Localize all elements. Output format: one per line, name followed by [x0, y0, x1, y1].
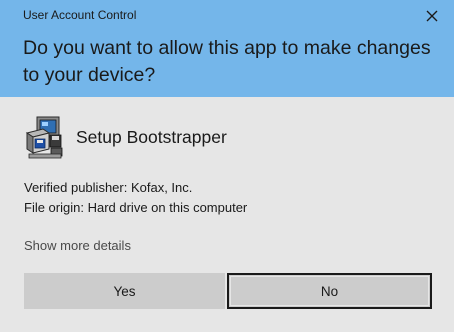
no-button[interactable]: No — [227, 273, 432, 309]
no-button-label: No — [320, 283, 339, 299]
verified-publisher: Verified publisher: Kofax, Inc. — [24, 180, 193, 195]
yes-button[interactable]: Yes — [24, 273, 225, 309]
setup-computer-icon — [25, 116, 63, 159]
dialog-header: User Account Control Do you want to allo… — [0, 0, 454, 97]
show-more-details-link[interactable]: Show more details — [24, 238, 131, 253]
window-title: User Account Control — [23, 8, 137, 22]
close-button[interactable] — [422, 6, 442, 26]
yes-button-label: Yes — [113, 283, 136, 299]
file-origin: File origin: Hard drive on this computer — [24, 200, 248, 215]
app-identity: Setup Bootstrapper — [23, 115, 227, 160]
uac-dialog: User Account Control Do you want to allo… — [0, 0, 454, 332]
close-icon — [426, 10, 438, 22]
app-name: Setup Bootstrapper — [76, 127, 227, 147]
prompt-question: Do you want to allow this app to make ch… — [23, 37, 431, 86]
